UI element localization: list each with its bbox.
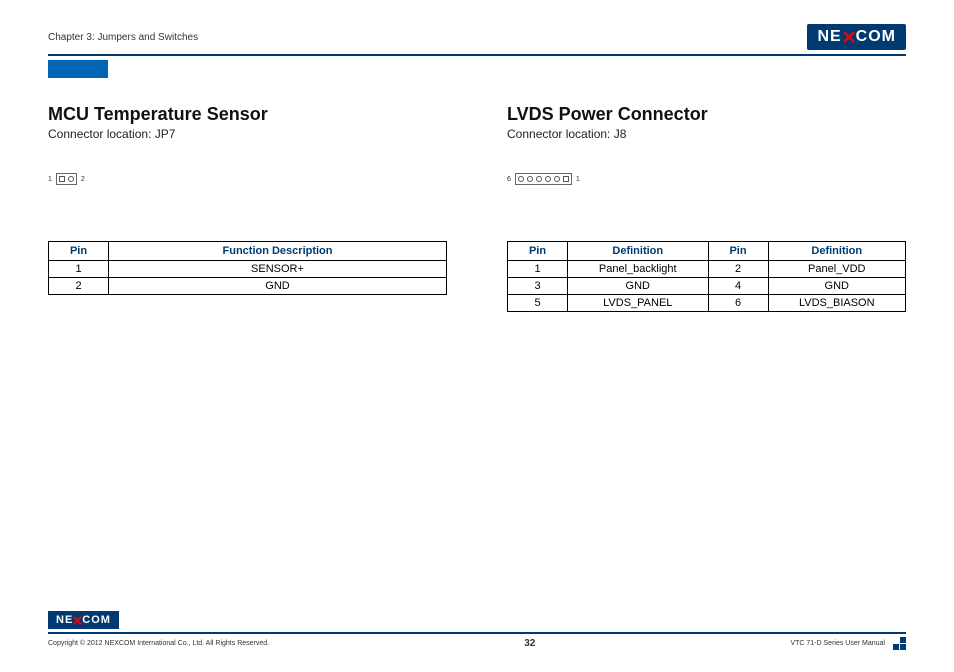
nexcom-logo: NECOM	[807, 24, 906, 50]
table-cell: 2	[49, 278, 109, 295]
footer-row: Copyright © 2012 NEXCOM International Co…	[48, 637, 906, 650]
page-header: Chapter 3: Jumpers and Switches NECOM	[48, 24, 906, 50]
diagram-label-left: 6	[507, 176, 511, 183]
connector-diagram-j8: 6 1	[507, 173, 906, 185]
diagram-label-right: 1	[576, 176, 580, 183]
pin-circle-icon	[545, 176, 551, 182]
table-row: 3 GND 4 GND	[508, 278, 906, 295]
right-column: LVDS Power Connector Connector location:…	[507, 104, 906, 312]
footer-logo: NECOM	[48, 611, 119, 629]
pin-circle-icon	[527, 176, 533, 182]
footer-rule	[48, 632, 906, 634]
subtitle-left: Connector location: JP7	[48, 127, 447, 141]
table-cell: GND	[109, 278, 447, 295]
pin-square-icon	[563, 176, 569, 182]
table-cell: 2	[708, 261, 768, 278]
footer-left: NECOM	[48, 611, 906, 632]
table-header: Definition	[568, 242, 709, 261]
table-row: 5 LVDS_PANEL 6 LVDS_BIASON	[508, 295, 906, 312]
logo-text: NECOM	[817, 28, 896, 46]
table-header: Pin	[508, 242, 568, 261]
connector-box	[515, 173, 572, 185]
table-cell: GND	[768, 278, 905, 295]
chapter-title: Chapter 3: Jumpers and Switches	[48, 32, 198, 43]
pin-circle-icon	[68, 176, 74, 182]
pin-circle-icon	[554, 176, 560, 182]
pin-circle-icon	[536, 176, 542, 182]
pin-table-right: Pin Definition Pin Definition 1 Panel_ba…	[507, 241, 906, 312]
table-row: 1 SENSOR+	[49, 261, 447, 278]
table-header: Pin	[49, 242, 109, 261]
section-title-right: LVDS Power Connector	[507, 104, 906, 125]
blue-accent-bar	[48, 60, 108, 78]
copyright-text: Copyright © 2012 NEXCOM International Co…	[48, 640, 269, 647]
table-cell: 4	[708, 278, 768, 295]
main-content: MCU Temperature Sensor Connector locatio…	[48, 104, 906, 312]
table-cell: 6	[708, 295, 768, 312]
header-rule	[48, 54, 906, 56]
diagram-label-left: 1	[48, 176, 52, 183]
page-footer: NECOM Copyright © 2012 NEXCOM Internatio…	[48, 611, 906, 650]
table-cell: Panel_VDD	[768, 261, 905, 278]
table-header: Function Description	[109, 242, 447, 261]
table-cell: GND	[568, 278, 709, 295]
table-row: 1 Panel_backlight 2 Panel_VDD	[508, 261, 906, 278]
connector-box	[56, 173, 77, 185]
page-number: 32	[524, 638, 535, 649]
table-cell: 1	[508, 261, 568, 278]
subtitle-right: Connector location: J8	[507, 127, 906, 141]
table-row: 2 GND	[49, 278, 447, 295]
table-cell: LVDS_PANEL	[568, 295, 709, 312]
table-cell: 5	[508, 295, 568, 312]
footer-dots-icon	[893, 637, 906, 650]
table-header: Pin	[708, 242, 768, 261]
manual-name: VTC 71-D Series User Manual	[790, 640, 885, 647]
footer-right: VTC 71-D Series User Manual	[790, 637, 906, 650]
section-title-left: MCU Temperature Sensor	[48, 104, 447, 125]
pin-table-left: Pin Function Description 1 SENSOR+ 2 GND	[48, 241, 447, 295]
connector-diagram-jp7: 1 2	[48, 173, 447, 185]
table-header: Definition	[768, 242, 905, 261]
table-cell: SENSOR+	[109, 261, 447, 278]
table-cell: LVDS_BIASON	[768, 295, 905, 312]
left-column: MCU Temperature Sensor Connector locatio…	[48, 104, 447, 312]
pin-square-icon	[59, 176, 65, 182]
table-cell: Panel_backlight	[568, 261, 709, 278]
pin-circle-icon	[518, 176, 524, 182]
table-cell: 3	[508, 278, 568, 295]
table-cell: 1	[49, 261, 109, 278]
diagram-label-right: 2	[81, 176, 85, 183]
